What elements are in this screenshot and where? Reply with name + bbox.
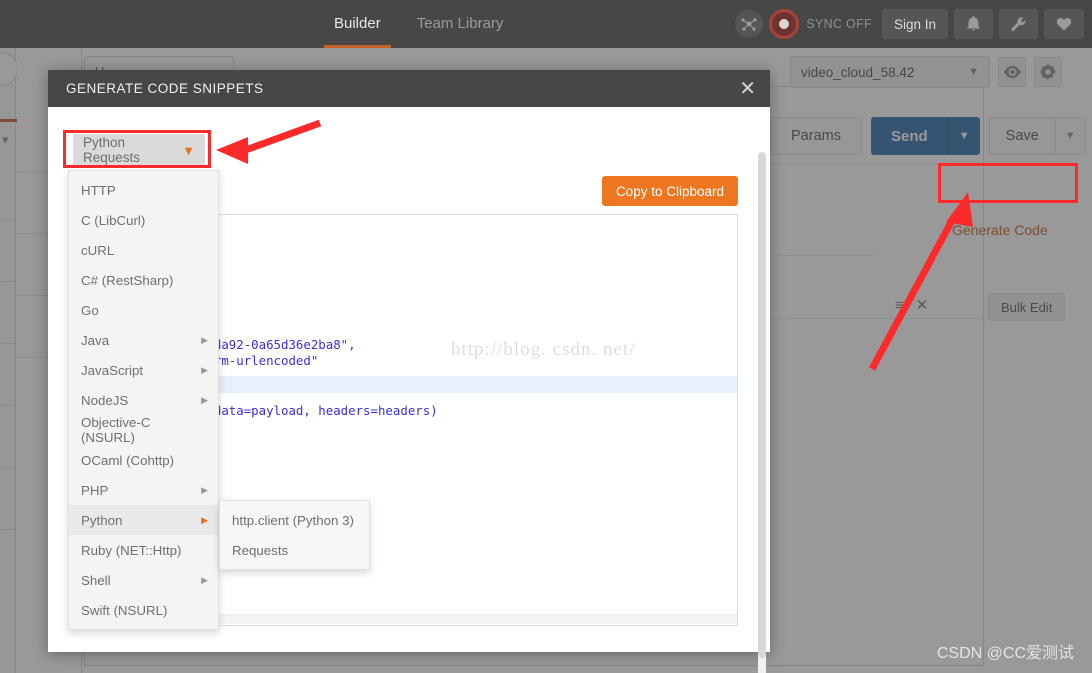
dropdown-item-curl[interactable]: cURL	[69, 235, 218, 265]
dropdown-item-label: cURL	[81, 242, 115, 258]
dropdown-item-label: OCaml (Cohttp)	[81, 452, 175, 468]
dropdown-item-label: Shell	[81, 572, 111, 588]
triangle-right-icon: ▶	[201, 514, 208, 525]
dropdown-item-label: JavaScript	[81, 362, 144, 378]
dropdown-item-objective-c[interactable]: Objective-C (NSURL)	[69, 415, 218, 445]
language-select-button[interactable]: Python Requests ▼	[73, 134, 205, 166]
chevron-down-icon: ▼	[182, 142, 195, 158]
atom-icon[interactable]	[735, 10, 764, 38]
submenu-item-label: Requests	[232, 542, 289, 558]
dropdown-item-c-libcurl[interactable]: C (LibCurl)	[69, 205, 218, 235]
top-navigation-bar: Builder Team Library SYNC OFF Sign In	[0, 0, 1092, 48]
tab-builder[interactable]: Builder	[316, 0, 399, 48]
heart-icon[interactable]	[1044, 9, 1084, 39]
triangle-right-icon: ▶	[201, 394, 208, 405]
dropdown-item-http[interactable]: HTTP	[69, 175, 218, 205]
wrench-icon[interactable]	[999, 9, 1038, 39]
scrollbar-thumb[interactable]	[758, 152, 766, 658]
dropdown-item-label: Java	[81, 332, 110, 348]
dropdown-item-label: PHP	[81, 482, 109, 498]
app-root: ▾ H video_cloud_58.42 ▼	[0, 0, 1092, 673]
sync-label: SYNC OFF	[806, 17, 872, 31]
dropdown-item-label: Objective-C (NSURL)	[81, 415, 151, 445]
dropdown-item-shell[interactable]: Shell ▶	[69, 565, 218, 595]
dropdown-item-csharp-restsharp[interactable]: C# (RestSharp)	[69, 265, 218, 295]
dropdown-item-python[interactable]: Python ▶	[69, 505, 218, 535]
modal-title: GENERATE CODE SNIPPETS	[66, 81, 264, 96]
top-bar-right-group: SYNC OFF Sign In	[735, 0, 1084, 48]
bell-icon[interactable]	[954, 9, 993, 39]
dropdown-item-label: C (LibCurl)	[81, 212, 146, 228]
copy-to-clipboard-button[interactable]: Copy to Clipboard	[601, 176, 738, 206]
triangle-right-icon: ▶	[201, 484, 208, 495]
dropdown-item-label: C# (RestSharp)	[81, 272, 174, 288]
sync-icon	[769, 9, 800, 39]
dropdown-item-label: Go	[81, 302, 99, 318]
python-submenu[interactable]: http.client (Python 3) Requests	[219, 500, 370, 570]
triangle-right-icon: ▶	[201, 364, 208, 375]
modal-header: GENERATE CODE SNIPPETS ✕	[48, 70, 770, 107]
submenu-item-label: http.client (Python 3)	[232, 512, 354, 528]
language-select-label: Python Requests	[83, 135, 141, 165]
dropdown-item-label: NodeJS	[81, 392, 129, 408]
dropdown-item-javascript[interactable]: JavaScript ▶	[69, 355, 218, 385]
triangle-right-icon: ▶	[201, 574, 208, 585]
dropdown-item-java[interactable]: Java ▶	[69, 325, 218, 355]
close-icon[interactable]: ✕	[739, 79, 756, 99]
submenu-item-httpclient[interactable]: http.client (Python 3)	[220, 505, 369, 535]
nav-tabs: Builder Team Library	[316, 0, 521, 48]
submenu-item-requests[interactable]: Requests	[220, 535, 369, 565]
language-dropdown-menu[interactable]: HTTP C (LibCurl) cURL C# (RestSharp) Go …	[68, 170, 219, 630]
tab-team-library[interactable]: Team Library	[399, 0, 522, 48]
dropdown-item-label: Swift (NSURL)	[81, 602, 168, 618]
dropdown-item-nodejs[interactable]: NodeJS ▶	[69, 385, 218, 415]
sign-in-button[interactable]: Sign In	[881, 9, 948, 39]
dropdown-item-ruby[interactable]: Ruby (NET::Http)	[69, 535, 218, 565]
dropdown-item-label: Ruby (NET::Http)	[81, 542, 182, 558]
triangle-right-icon: ▶	[201, 334, 208, 345]
dropdown-item-go[interactable]: Go	[69, 295, 218, 325]
dropdown-item-label: Python	[81, 512, 123, 528]
dropdown-item-swift[interactable]: Swift (NSURL)	[69, 595, 218, 625]
dropdown-item-label: HTTP	[81, 182, 116, 198]
dropdown-item-php[interactable]: PHP ▶	[69, 475, 218, 505]
sync-status[interactable]: SYNC OFF	[769, 9, 872, 39]
modal-vertical-scrollbar[interactable]	[758, 152, 766, 673]
dropdown-item-ocaml[interactable]: OCaml (Cohttp)	[69, 445, 218, 475]
